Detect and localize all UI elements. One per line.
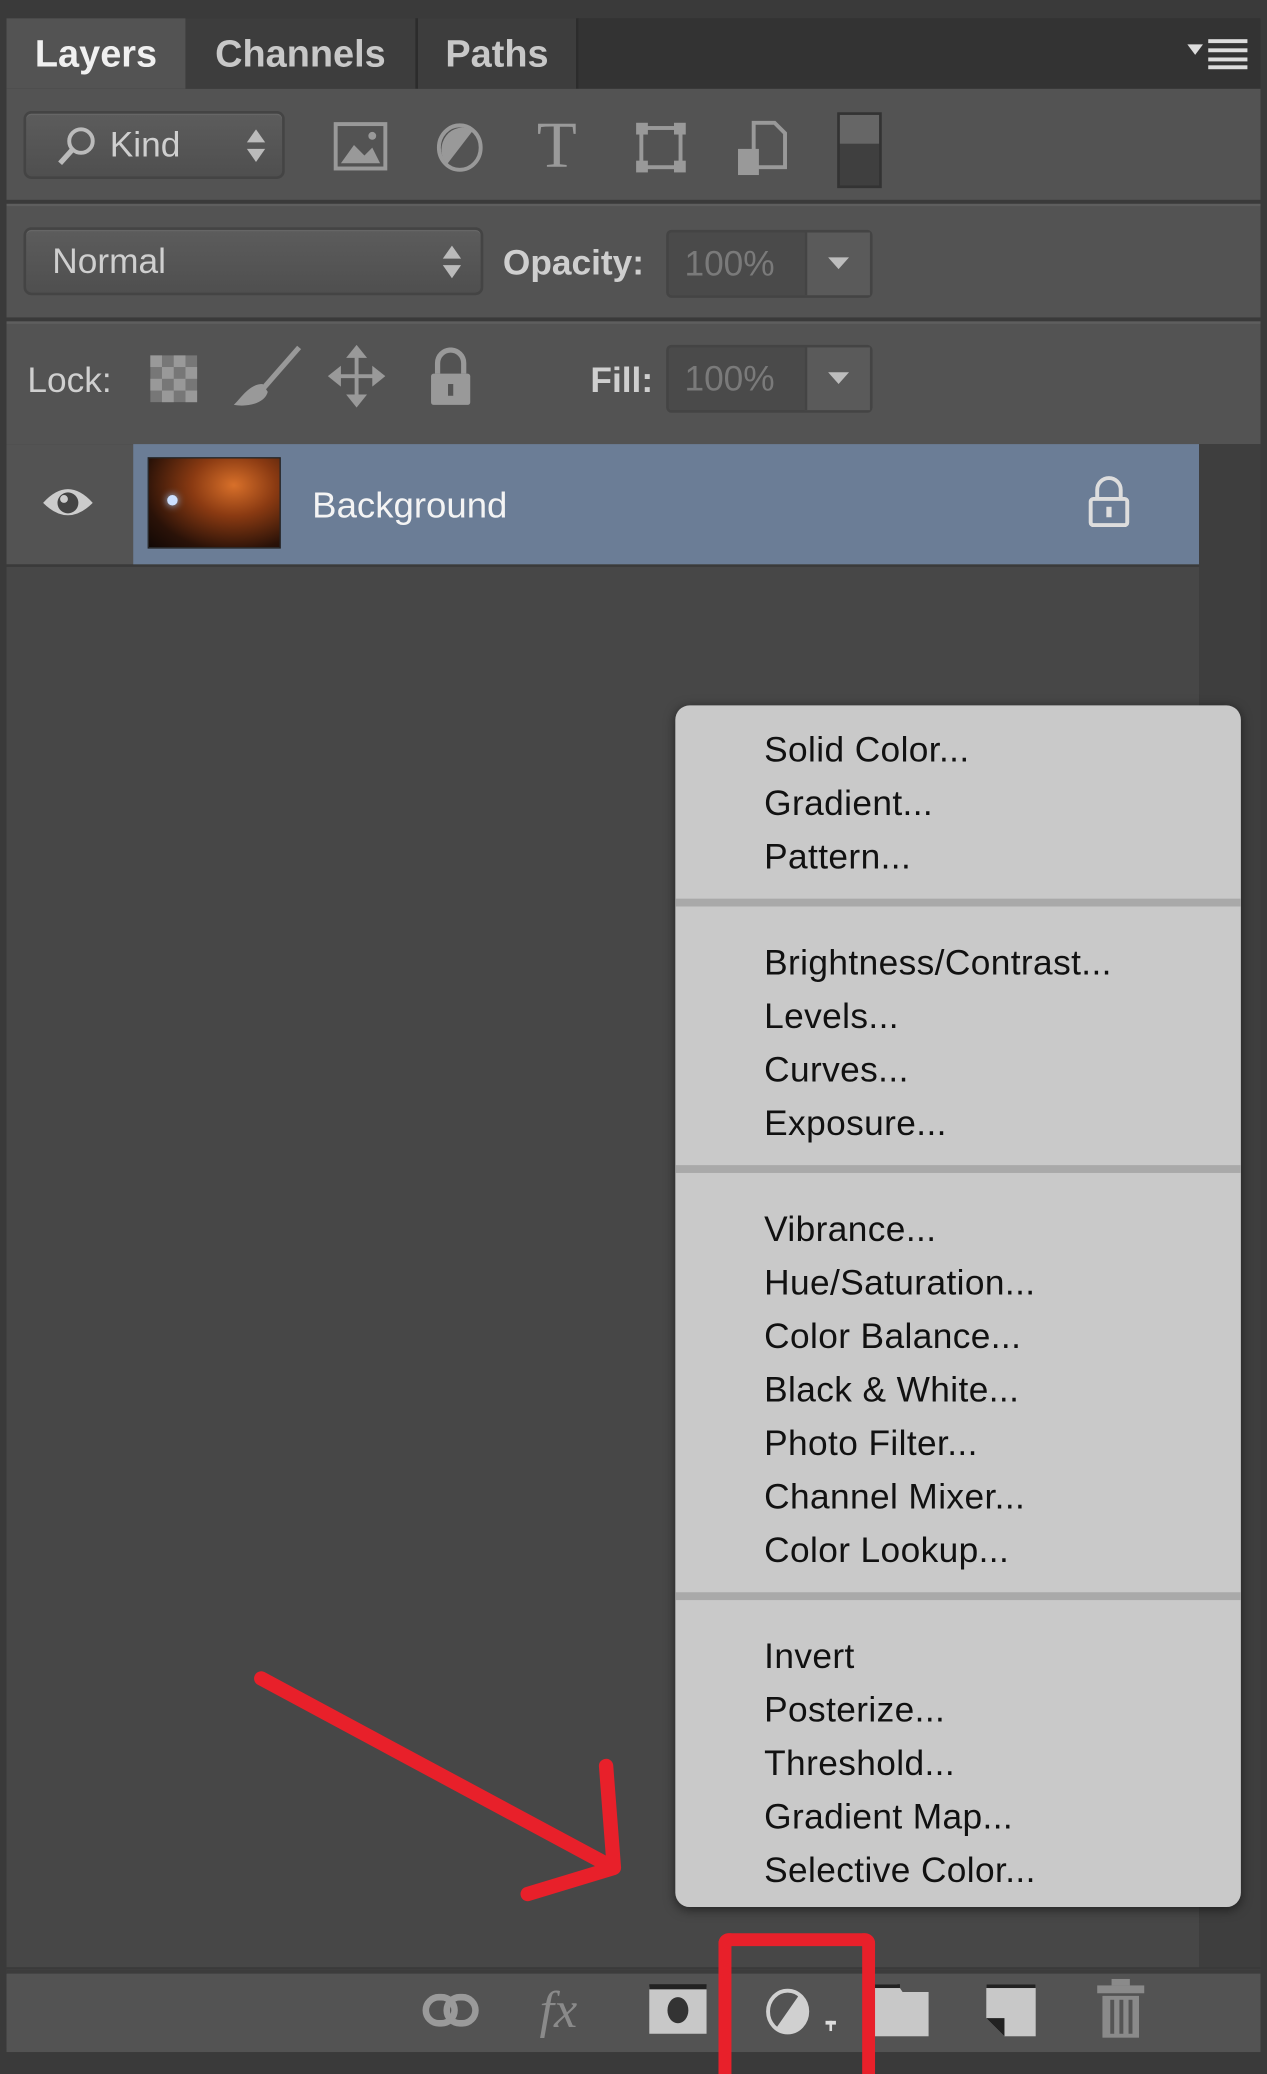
panel-controls: Kind T Normal Opacity: 100% Lock: Fill: … [6,88,1261,445]
lock-position-icon[interactable] [327,344,386,408]
menu-item-brightness-contrast[interactable]: Brightness/Contrast... [764,937,1112,991]
image-filter-icon[interactable] [333,121,388,171]
type-filter-icon[interactable]: T [537,107,577,183]
eye-visibility-icon[interactable] [40,483,95,522]
bottom-toolbar: fx [6,1969,1261,2053]
new-layer-icon[interactable] [986,1984,1036,2037]
trash-icon[interactable] [1096,1978,1146,2039]
menu-item-black-white[interactable]: Black & White... [764,1364,1019,1418]
filter-toggle-switch[interactable] [837,112,882,189]
layer-thumbnail [147,457,281,549]
menu-item-vibrance[interactable]: Vibrance... [764,1203,936,1257]
updown-arrows-icon [246,129,266,162]
annotation-highlight-box [718,1933,876,2074]
adjustment-filter-icon[interactable] [436,123,483,173]
updown-arrows-icon [442,245,462,279]
menu-item-color-lookup[interactable]: Color Lookup... [764,1524,1009,1578]
lock-transparent-icon[interactable] [150,355,198,403]
tab-paths[interactable]: Paths [417,18,579,89]
kind-label: Kind [109,125,181,165]
tab-layers[interactable]: Layers [6,18,189,89]
menu-item-curves[interactable]: Curves... [764,1044,909,1098]
fill-label: Fill: [590,360,654,400]
menu-item-selective-color[interactable]: Selective Color... [764,1844,1036,1898]
menu-item-solid-color[interactable]: Solid Color... [764,724,969,778]
layer-name[interactable]: Background [312,444,507,567]
lock-image-icon[interactable] [231,345,304,410]
layer-lock-icon [1088,476,1130,528]
fill-field[interactable]: 100% [666,344,873,413]
menu-item-gradient[interactable]: Gradient... [764,777,933,831]
opacity-label: Opacity: [502,242,644,283]
tab-bar: Layers Channels Paths [6,18,1261,89]
smart-object-filter-icon[interactable] [735,120,790,177]
menu-item-pattern[interactable]: Pattern... [764,831,911,885]
lock-label: Lock: [27,360,112,400]
add-mask-icon[interactable] [649,1984,707,2036]
tab-channels[interactable]: Channels [185,18,418,89]
menu-item-photo-filter[interactable]: Photo Filter... [764,1417,978,1471]
search-icon [58,127,95,166]
menu-separator [675,898,1241,907]
menu-item-channel-mixer[interactable]: Channel Mixer... [764,1471,1025,1525]
blend-mode-dropdown[interactable]: Normal [23,227,484,296]
opacity-field[interactable]: 100% [666,229,873,298]
blend-mode-value: Normal [52,241,166,281]
fx-icon[interactable]: fx [539,1979,577,2040]
menu-item-exposure[interactable]: Exposure... [764,1097,947,1151]
menu-item-posterize[interactable]: Posterize... [764,1684,945,1738]
opacity-dropdown-arrow[interactable] [804,232,870,296]
menu-item-color-balance[interactable]: Color Balance... [764,1310,1021,1364]
new-group-icon[interactable] [873,1984,929,2037]
panel-menu-icon[interactable] [1185,37,1250,71]
menu-separator [675,1592,1241,1601]
link-layers-icon[interactable] [422,1991,482,2030]
lock-all-icon[interactable] [427,347,474,407]
menu-item-levels[interactable]: Levels... [764,990,899,1044]
menu-item-gradient-map[interactable]: Gradient Map... [764,1791,1013,1845]
layer-row-background[interactable]: Background [6,444,1200,567]
adjustment-layer-menu: Solid Color... Gradient... Pattern... Brigh… [675,705,1241,1908]
menu-item-invert[interactable]: Invert [764,1630,855,1684]
layers-panel: Layers Channels Paths Kind T Normal Opac… [0,0,1267,2074]
fill-dropdown-arrow[interactable] [804,347,870,411]
menu-item-hue-saturation[interactable]: Hue/Saturation... [764,1257,1035,1311]
shape-filter-icon[interactable] [635,121,687,173]
menu-item-threshold[interactable]: Threshold... [764,1737,955,1791]
layer-selected-highlight: Background [133,444,1200,567]
kind-filter-dropdown[interactable]: Kind [23,111,285,179]
menu-separator [675,1165,1241,1173]
